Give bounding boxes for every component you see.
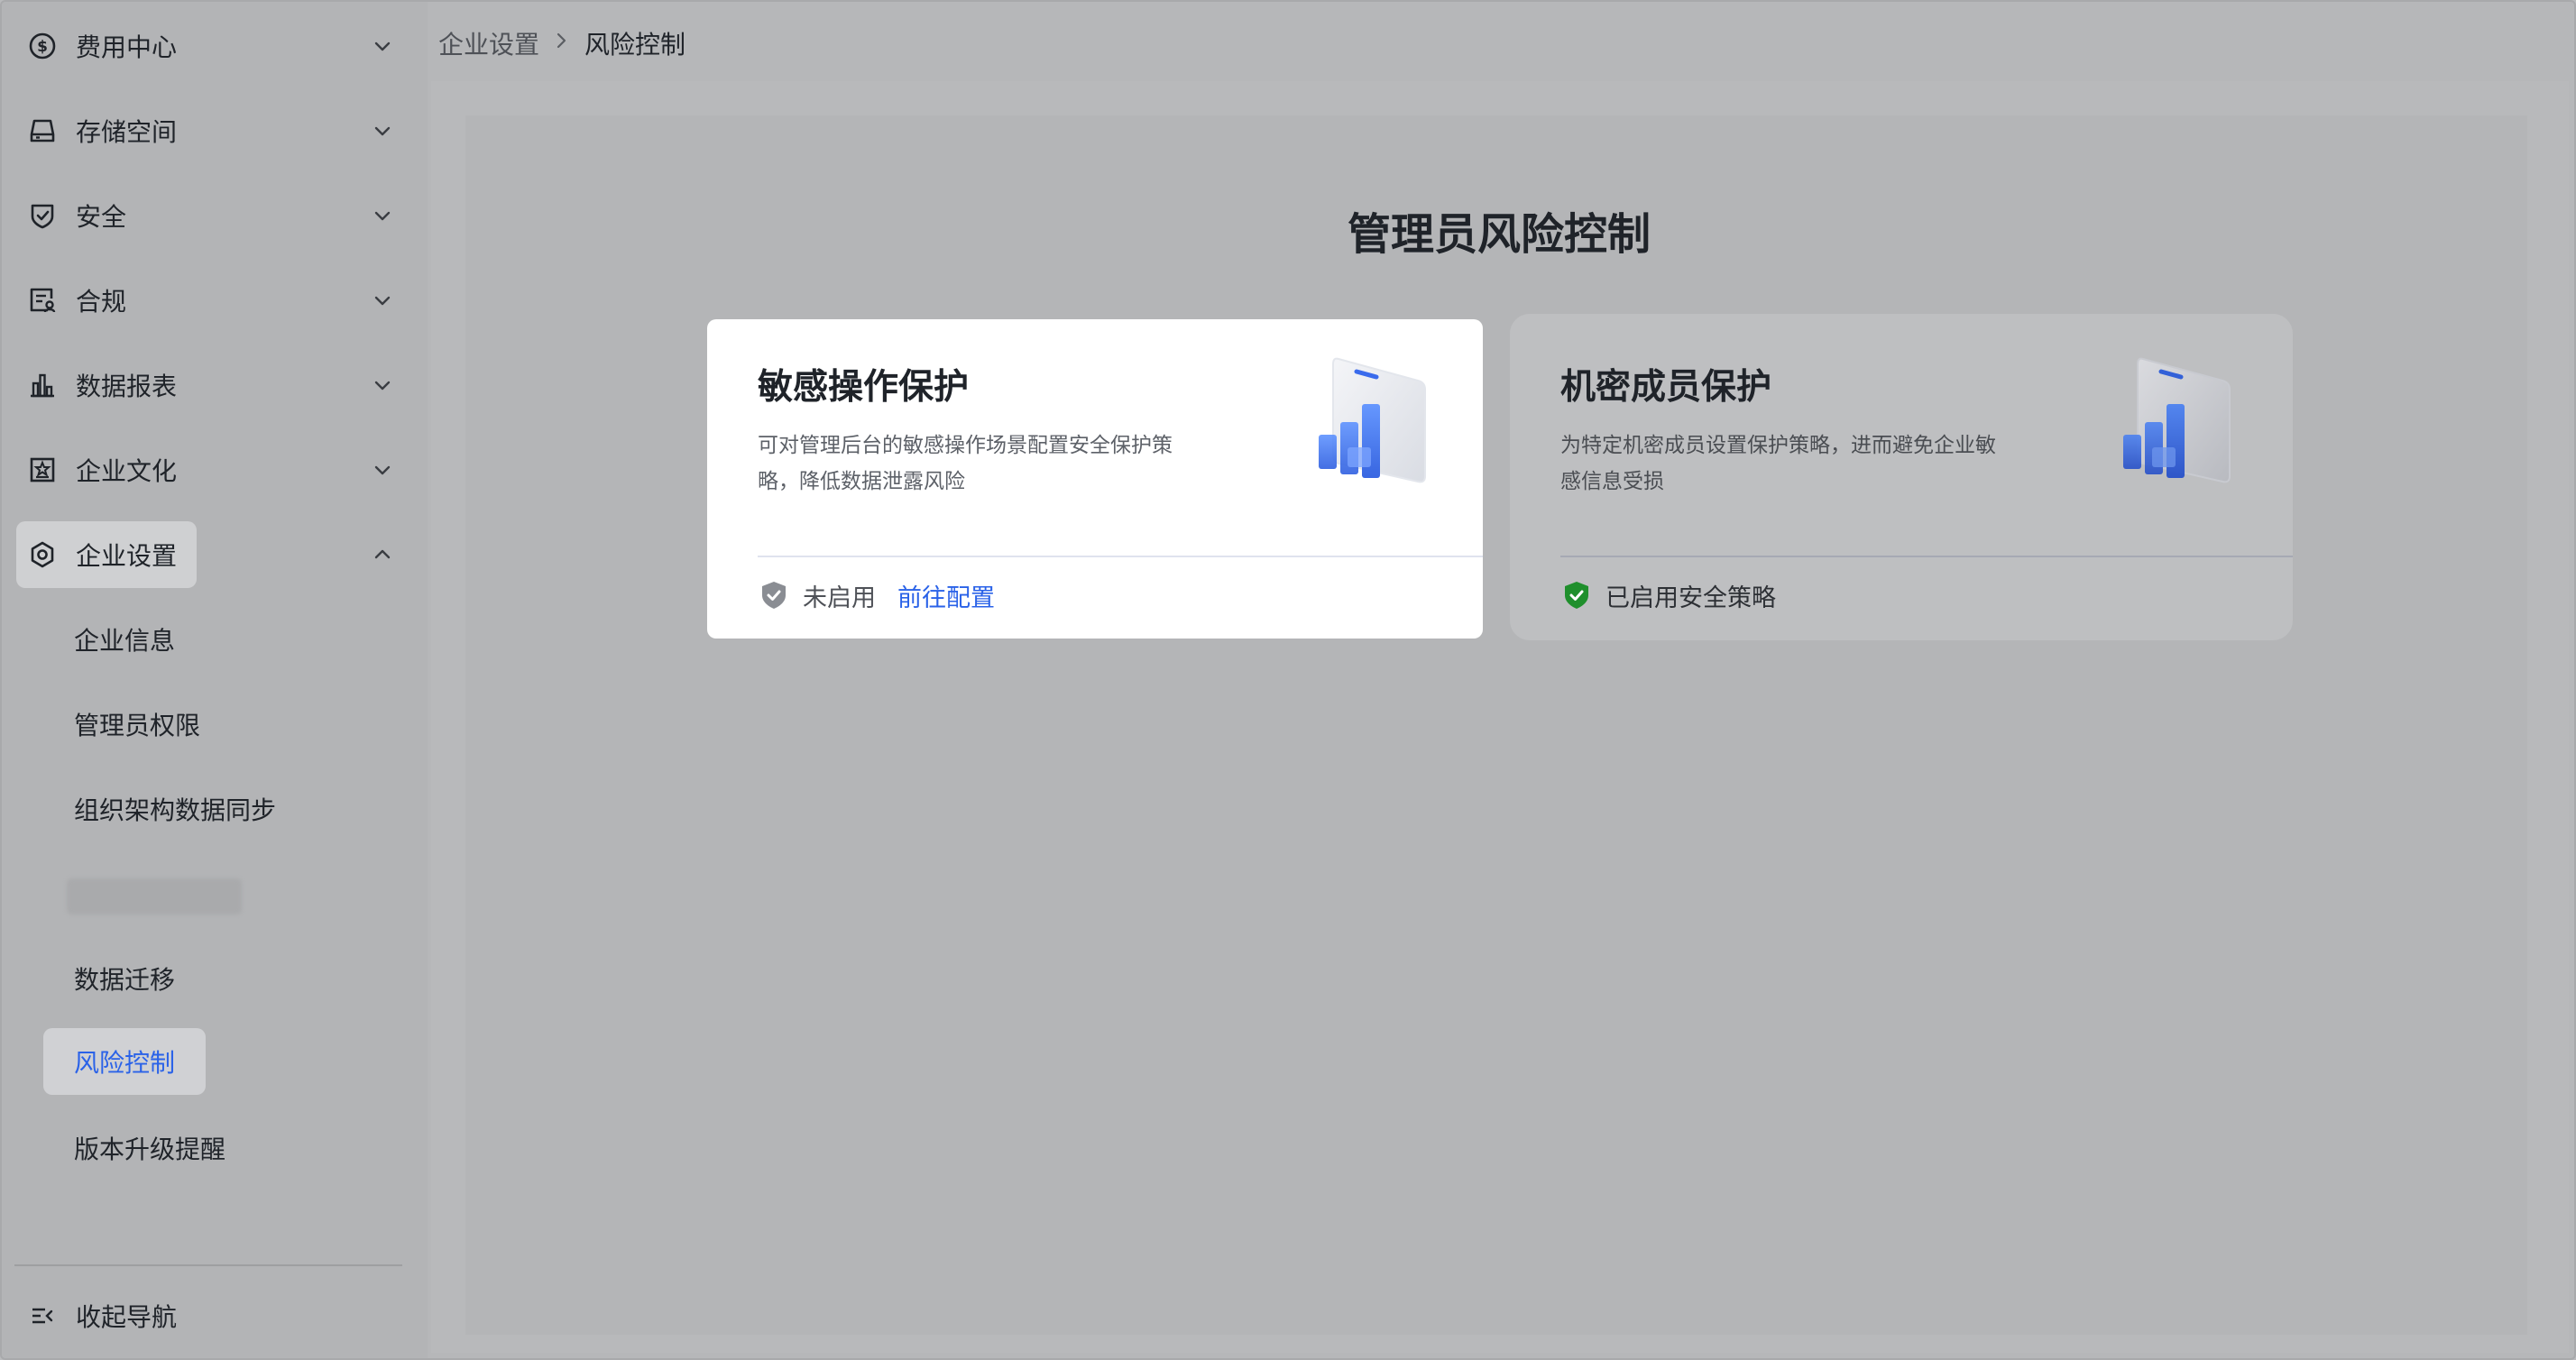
breadcrumb-current: 风险控制: [584, 30, 686, 60]
collapse-nav-icon: [27, 1300, 58, 1331]
chevron-down-icon: [370, 33, 395, 59]
card-title: 敏感操作保护: [758, 367, 970, 408]
sidebar-subitem-label: 数据迁移: [74, 965, 176, 995]
sidebar-item-label: 存储空间: [76, 117, 178, 147]
status-text: 已启用安全策略: [1605, 584, 1776, 612]
status-text: 未启用: [803, 584, 876, 612]
sidebar-divider: [14, 1264, 402, 1266]
shield-check-gray-icon: [758, 579, 790, 611]
storage-icon: [27, 115, 58, 146]
sidebar-item-label: 企业文化: [76, 456, 178, 486]
chevron-down-icon: [370, 203, 395, 228]
shield-icon: [27, 200, 58, 231]
chevron-down-icon: [370, 288, 395, 313]
sidebar-subitem-data-migration[interactable]: 数据迁移: [43, 945, 206, 1012]
card-title: 机密成员保护: [1560, 367, 1772, 408]
shield-check-green-icon: [1560, 579, 1593, 611]
security-illustration-icon: [1311, 352, 1438, 496]
collapse-nav-button[interactable]: 收起导航: [16, 1282, 395, 1349]
chevron-down-icon: [370, 457, 395, 482]
chevron-up-icon: [370, 542, 395, 567]
sidebar-subitem-label: 风险控制: [74, 1048, 176, 1078]
sidebar-subitem-org-sync[interactable]: 组织架构数据同步: [43, 776, 307, 842]
card-divider: [1560, 556, 2293, 557]
sidebar-item-label: 数据报表: [76, 372, 178, 401]
security-illustration-icon: [2116, 352, 2242, 496]
sidebar-subitem-label: 企业信息: [74, 626, 176, 656]
redacted-subitem: [67, 878, 242, 914]
bar-chart-icon: [27, 370, 58, 400]
sidebar-subitem-label: 组织架构数据同步: [74, 795, 277, 825]
breadcrumb-parent[interactable]: 企业设置: [438, 25, 539, 61]
sidebar-item-label: 费用中心: [76, 32, 178, 62]
breadcrumb: 企业设置 风险控制: [438, 22, 685, 65]
chevron-right-icon: [554, 30, 570, 57]
sidebar-item-label: 安全: [76, 202, 127, 232]
sidebar: $ 费用中心 存储空间 安全 合规 数据报表 企业文化 企业设置 企业信息 管理…: [2, 2, 428, 1358]
svg-text:$: $: [37, 38, 48, 56]
sidebar-subitem-admin-permissions[interactable]: 管理员权限: [43, 691, 231, 758]
sensitive-operation-card[interactable]: 敏感操作保护 可对管理后台的敏感操作场景配置安全保护策略，降低数据泄露风险 未启…: [707, 319, 1483, 639]
page-title: 管理员风险控制: [1347, 209, 1651, 260]
chevron-down-icon: [370, 118, 395, 143]
card-status: 已启用安全策略: [1560, 574, 1776, 617]
sidebar-item-compliance[interactable]: 合规: [16, 267, 395, 334]
sidebar-item-data-reports[interactable]: 数据报表: [16, 352, 395, 418]
compliance-icon: [27, 285, 58, 316]
sidebar-item-enterprise-settings[interactable]: 企业设置: [16, 521, 395, 588]
card-description: 为特定机密成员设置保护策略，进而避免企业敏感信息受损: [1560, 434, 1996, 493]
sidebar-subitem-label: 管理员权限: [74, 711, 201, 740]
collapse-nav-label: 收起导航: [76, 1302, 178, 1332]
sidebar-item-label: 合规: [76, 287, 127, 317]
chevron-down-icon: [370, 372, 395, 398]
content-panel: [465, 115, 2527, 1335]
sidebar-subitem-version-upgrade[interactable]: 版本升级提醒: [43, 1115, 256, 1181]
app-window: $ 费用中心 存储空间 安全 合规 数据报表 企业文化 企业设置 企业信息 管理…: [0, 0, 2576, 1360]
card-description: 可对管理后台的敏感操作场景配置安全保护策略，降低数据泄露风险: [758, 434, 1173, 493]
sidebar-item-storage[interactable]: 存储空间: [16, 97, 395, 164]
culture-icon: [27, 455, 58, 485]
sidebar-item-billing[interactable]: $ 费用中心: [16, 13, 395, 79]
sidebar-subitem-risk-control[interactable]: 风险控制: [43, 1028, 207, 1095]
card-status: 未启用 前往配置: [758, 574, 995, 617]
card-divider: [758, 556, 1483, 557]
sidebar-item-label: 企业设置: [76, 541, 178, 571]
sidebar-item-culture[interactable]: 企业文化: [16, 436, 395, 503]
sidebar-subitem-label: 版本升级提醒: [74, 1135, 226, 1164]
confidential-member-card[interactable]: 机密成员保护 为特定机密成员设置保护策略，进而避免企业敏感信息受损 已启用安全策…: [1510, 314, 2293, 640]
settings-hex-icon: [27, 539, 58, 570]
sidebar-item-security[interactable]: 安全: [16, 182, 395, 249]
sidebar-subitem-enterprise-info[interactable]: 企业信息: [43, 606, 206, 673]
dollar-circle-icon: $: [27, 31, 58, 61]
configure-link[interactable]: 前往配置: [897, 578, 995, 613]
